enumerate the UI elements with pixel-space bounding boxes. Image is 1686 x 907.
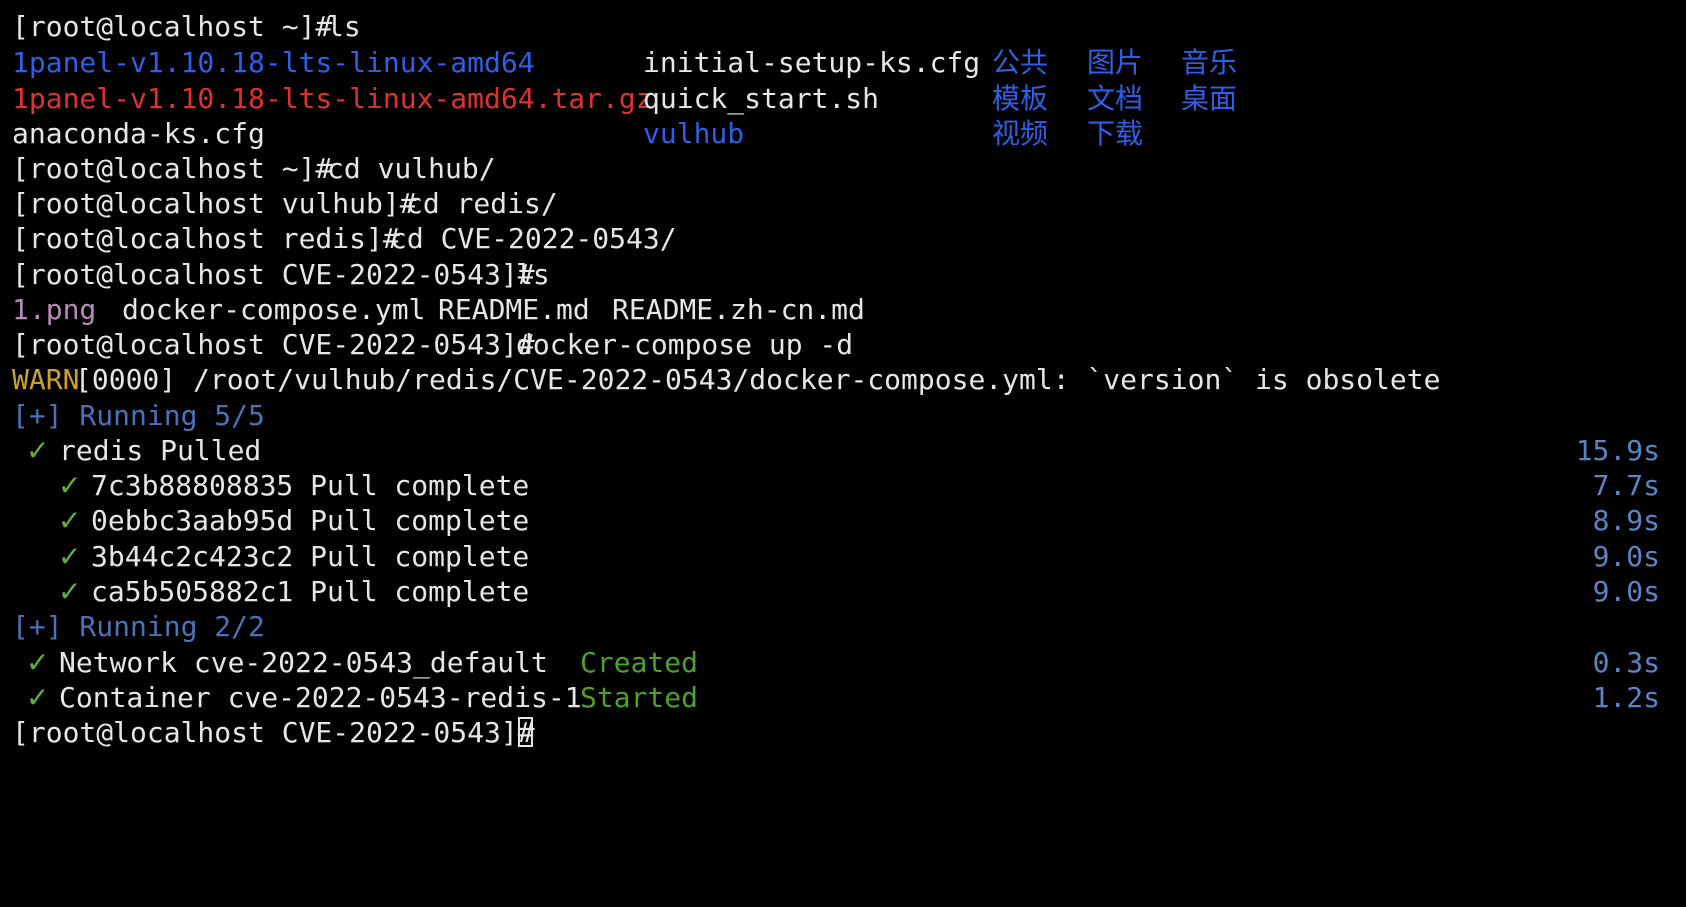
listing-row: 1panel-v1.10.18-lts-linux-amd64.tar.gz q…: [0, 80, 1686, 118]
directory-entry: 公共: [992, 46, 1049, 79]
progress-row: ✓ ca5b505882c1 Pull complete 9.0s: [0, 573, 1686, 611]
file-entry: quick_start.sh: [643, 82, 880, 115]
directory-entry: 视频: [992, 117, 1049, 150]
directory-entry: 音乐: [1181, 46, 1238, 79]
layer-status: 7c3b88808835 Pull complete: [91, 469, 530, 502]
file-entry: README.md: [438, 293, 590, 326]
progress-row: ✓ 0ebbc3aab95d Pull complete 8.9s: [0, 502, 1686, 540]
check-icon: ✓: [26, 646, 50, 679]
terminal-line: [root@localhost vulhub]# cd redis/: [0, 185, 1686, 223]
command-text: cd CVE-2022-0543/: [390, 222, 677, 255]
directory-entry: 文档: [1087, 82, 1144, 115]
text-cursor[interactable]: [518, 717, 533, 747]
layer-status: 3b44c2c423c2 Pull complete: [91, 540, 530, 573]
check-icon: ✓: [58, 504, 82, 537]
listing-row: 1panel-v1.10.18-lts-linux-amd64 initial-…: [0, 44, 1686, 82]
directory-entry: 1panel-v1.10.18-lts-linux-amd64: [12, 46, 535, 79]
resource-status: Created: [580, 646, 699, 679]
file-entry: anaconda-ks.cfg: [12, 117, 265, 150]
elapsed-time: 9.0s: [1592, 575, 1660, 608]
terminal-line: [root@localhost ~]# ls: [0, 8, 1686, 46]
running-status: [+] Running 5/5: [12, 399, 265, 432]
terminal-window[interactable]: [root@localhost ~]# ls 1panel-v1.10.18-l…: [0, 0, 1686, 824]
terminal-line: [root@localhost CVE-2022-0543]# ls: [0, 256, 1686, 294]
listing-row: anaconda-ks.cfg vulhub 视频 下载: [0, 115, 1686, 153]
resource-status: Started: [580, 681, 699, 714]
terminal-line: [root@localhost CVE-2022-0543]# docker-c…: [0, 326, 1686, 364]
running-header: [+] Running 5/5: [0, 397, 1686, 435]
running-header: [+] Running 2/2: [0, 608, 1686, 646]
layer-status: 0ebbc3aab95d Pull complete: [91, 504, 530, 537]
directory-entry: 图片: [1087, 46, 1144, 79]
terminal-line: [root@localhost ~]# cd vulhub/: [0, 150, 1686, 188]
warning-line: WARN [0000] /root/vulhub/redis/CVE-2022-…: [0, 361, 1686, 399]
directory-entry: 模板: [992, 82, 1049, 115]
running-status: [+] Running 2/2: [12, 610, 265, 643]
shell-prompt: [root@localhost ~]#: [12, 10, 350, 43]
shell-prompt: [root@localhost CVE-2022-0543]#: [12, 258, 552, 291]
resource-name: Container cve-2022-0543-redis-1: [59, 681, 582, 714]
terminal-line: [root@localhost CVE-2022-0543]#: [0, 714, 1686, 752]
warn-tag: WARN: [12, 363, 80, 396]
file-entry: initial-setup-ks.cfg: [643, 46, 981, 79]
command-text: docker-compose up -d: [516, 328, 854, 361]
layer-status: ca5b505882c1 Pull complete: [91, 575, 530, 608]
file-entry: README.zh-cn.md: [612, 293, 865, 326]
directory-entry: vulhub: [643, 117, 745, 150]
progress-row: ✓ 3b44c2c423c2 Pull complete 9.0s: [0, 538, 1686, 576]
elapsed-time: 7.7s: [1592, 469, 1660, 502]
shell-prompt: [root@localhost redis]#: [12, 222, 417, 255]
terminal-line: [root@localhost redis]# cd CVE-2022-0543…: [0, 220, 1686, 258]
archive-entry: 1panel-v1.10.18-lts-linux-amd64.tar.gz: [12, 82, 653, 115]
listing-row: 1.png docker-compose.yml README.md READM…: [0, 291, 1686, 329]
check-icon: ✓: [26, 434, 50, 467]
check-icon: ✓: [26, 681, 50, 714]
progress-row: ✓ Network cve-2022-0543_default Created …: [0, 644, 1686, 682]
command-text: ls: [327, 10, 361, 43]
image-entry: 1.png: [12, 293, 97, 326]
command-text: cd redis/: [406, 187, 558, 220]
elapsed-time: 15.9s: [1575, 434, 1660, 467]
elapsed-time: 1.2s: [1592, 681, 1660, 714]
shell-prompt: [root@localhost CVE-2022-0543]#: [12, 716, 552, 749]
progress-row: ✓ 7c3b88808835 Pull complete 7.7s: [0, 467, 1686, 505]
command-text: cd vulhub/: [327, 152, 496, 185]
directory-entry: 下载: [1087, 117, 1144, 150]
warn-message: [0000] /root/vulhub/redis/CVE-2022-0543/…: [75, 363, 1441, 396]
shell-prompt: [root@localhost ~]#: [12, 152, 350, 185]
directory-entry: 桌面: [1181, 82, 1238, 115]
check-icon: ✓: [58, 469, 82, 502]
elapsed-time: 0.3s: [1592, 646, 1660, 679]
pull-status: redis Pulled: [59, 434, 262, 467]
shell-prompt: [root@localhost CVE-2022-0543]#: [12, 328, 552, 361]
check-icon: ✓: [58, 540, 82, 573]
file-entry: docker-compose.yml: [122, 293, 426, 326]
elapsed-time: 9.0s: [1592, 540, 1660, 573]
check-icon: ✓: [58, 575, 82, 608]
shell-prompt: [root@localhost vulhub]#: [12, 187, 434, 220]
command-text: ls: [516, 258, 550, 291]
progress-row: ✓ Container cve-2022-0543-redis-1 Starte…: [0, 679, 1686, 717]
elapsed-time: 8.9s: [1592, 504, 1660, 537]
resource-name: Network cve-2022-0543_default: [59, 646, 548, 679]
progress-row: ✓ redis Pulled 15.9s: [0, 432, 1686, 470]
